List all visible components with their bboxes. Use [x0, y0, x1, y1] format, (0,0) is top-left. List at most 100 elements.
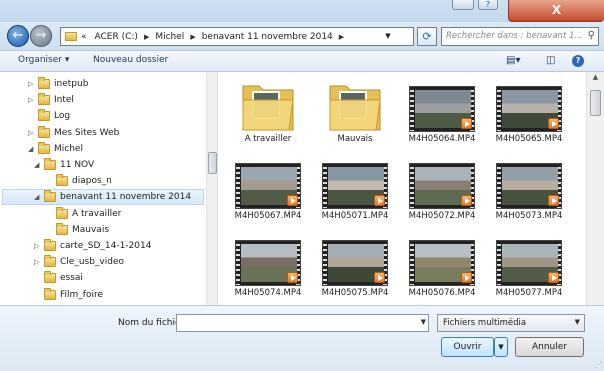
file-list-scrollbar[interactable]: ▲	[586, 72, 604, 305]
video-thumbnail	[235, 163, 301, 209]
tree-item[interactable]: diapos_n	[46, 173, 216, 189]
tree-item[interactable]: Log	[28, 108, 198, 124]
cancel-button[interactable]: Annuler	[515, 337, 584, 357]
filename-input[interactable]: ▼	[176, 314, 429, 332]
video-file-item[interactable]: M4H05064.MP4	[399, 76, 485, 152]
restore-button[interactable]	[452, 0, 474, 10]
help-icon[interactable]: ?	[572, 55, 584, 67]
video-thumbnail	[409, 163, 475, 209]
scrollbar-thumb[interactable]	[590, 90, 601, 116]
view-options-icon[interactable]: ▤▾	[506, 55, 520, 66]
play-icon	[461, 272, 472, 283]
new-folder-button[interactable]: Nouveau dossier	[93, 55, 168, 65]
scroll-up-icon[interactable]: ▲	[589, 73, 602, 85]
tree-item-label: Intel	[54, 95, 74, 106]
tree-item[interactable]: Mauvais	[46, 222, 216, 238]
chevron-right-icon[interactable]: ▶	[188, 33, 197, 41]
preview-pane-icon[interactable]: ◫	[546, 55, 555, 66]
collapse-arrow-icon[interactable]: ◢	[34, 157, 44, 173]
chevron-down-icon: ▼	[574, 318, 580, 326]
address-bar[interactable]: « ACER (C:) ▶ Michel ▶ benavant 11 novem…	[60, 27, 414, 46]
video-thumbnail	[235, 240, 301, 286]
command-bar: Organiser ▾ Nouveau dossier ▤▾ ◫ ?	[0, 50, 604, 72]
navigation-pane: ▷ inetpub ▷ Intel Log ▷ Mes Sites Web ◢ Michel ◢ 1…	[0, 72, 218, 305]
navigation-bar: ← → « ACER (C:) ▶ Michel ▶ benavant 11 n…	[0, 22, 604, 50]
organize-button[interactable]: Organiser ▾	[18, 55, 69, 65]
video-thumbnail	[409, 240, 475, 286]
tree-item[interactable]: ▷ inetpub	[28, 76, 198, 92]
help-button[interactable]: ?	[478, 0, 498, 10]
video-file-item[interactable]: M4H05076.MP4	[399, 230, 485, 305]
resize-grip-icon[interactable]: ⋰	[594, 360, 602, 369]
tree-item[interactable]: ◢ Michel	[28, 141, 198, 157]
video-file-item[interactable]: M4H05067.MP4	[225, 153, 311, 229]
tree-item-label: essai	[60, 273, 83, 284]
play-icon	[548, 118, 559, 129]
navigation-scrollbar[interactable]	[206, 72, 217, 305]
tree-item[interactable]: Film_foire	[34, 287, 204, 303]
video-file-item[interactable]: M4H05071.MP4	[312, 153, 398, 229]
breadcrumb-overflow[interactable]: «	[77, 32, 91, 42]
chevron-down-icon[interactable]: ▼	[421, 318, 426, 326]
forward-button[interactable]: →	[30, 25, 52, 47]
open-options-button[interactable]: ▼	[494, 337, 508, 357]
expand-arrow-icon[interactable]: ▷	[28, 92, 38, 108]
tree-item-label: Film_foire	[60, 289, 104, 300]
tree-item[interactable]: ◢ 11 NOV	[34, 157, 204, 173]
folder-icon	[44, 190, 56, 203]
tree-item-label: Log	[54, 111, 71, 122]
expand-arrow-icon[interactable]: ▷	[28, 125, 38, 141]
scrollbar-thumb[interactable]	[208, 152, 217, 174]
folder-icon	[44, 287, 56, 300]
video-file-item[interactable]: M4H05072.MP4	[399, 153, 485, 229]
breadcrumb-item-drive[interactable]: ACER (C:)	[91, 32, 142, 42]
address-dropdown-icon[interactable]: ▼	[381, 28, 395, 45]
tree-item[interactable]: ▷ Mes Sites Web	[28, 125, 198, 141]
folder-icon	[44, 239, 56, 251]
refresh-icon: ⟳	[422, 30, 432, 43]
breadcrumb-item-current[interactable]: benavant 11 novembre 2014	[198, 32, 337, 42]
play-icon	[461, 118, 472, 129]
video-file-item[interactable]: M4H05075.MP4	[312, 230, 398, 305]
close-button[interactable]: X	[508, 0, 604, 22]
tree-item[interactable]: ▷ Cle_usb_video	[34, 254, 204, 270]
expand-arrow-icon[interactable]: ▷	[28, 76, 38, 92]
breadcrumb-item-michel[interactable]: Michel	[151, 32, 188, 42]
filetype-value: Fichiers multimédia	[443, 318, 527, 328]
folder-item[interactable]: A travailler	[225, 76, 311, 152]
tree-item-label: Mauvais	[72, 224, 110, 235]
tree-item[interactable]: ◢ benavant 11 novembre 2014	[2, 189, 204, 206]
video-file-item[interactable]: M4H05074.MP4	[225, 230, 311, 305]
expand-arrow-icon[interactable]: ▷	[34, 238, 44, 254]
video-file-item[interactable]: M4H05065.MP4	[486, 76, 572, 152]
video-file-item[interactable]: M4H05073.MP4	[486, 153, 572, 229]
search-icon[interactable]: ⚲	[588, 30, 595, 41]
search-input[interactable]: Rechercher dans : benavant 1... ⚲	[441, 27, 599, 46]
chevron-right-icon[interactable]: ▶	[337, 33, 346, 41]
dialog-footer: Nom du fichier : ▼ Fichiers multimédia ▼…	[0, 305, 604, 371]
folder-item[interactable]: Mauvais	[312, 76, 398, 152]
play-icon	[287, 272, 298, 283]
folder-icon	[38, 109, 50, 122]
back-button[interactable]: ←	[7, 25, 29, 47]
tree-item[interactable]: essai	[34, 270, 204, 286]
collapse-arrow-icon[interactable]: ◢	[28, 141, 38, 157]
chevron-right-icon[interactable]: ▶	[142, 33, 151, 41]
file-list: A travailler Mauvais M4H05064.MP4 M4H05065.…	[219, 72, 585, 305]
tree-item-label: Cle_usb_video	[60, 257, 125, 268]
video-file-item[interactable]: M4H05077.MP4	[486, 230, 572, 305]
folder-icon	[38, 125, 50, 138]
tree-item[interactable]: ▷ carte_SD_14-1-2014	[34, 238, 204, 254]
tree-item-label: benavant 11 novembre 2014	[60, 192, 192, 203]
tree-item[interactable]: ▷ Intel	[28, 92, 198, 108]
tree-item[interactable]: A travailler	[46, 206, 216, 222]
folder-icon	[239, 78, 297, 134]
collapse-arrow-icon[interactable]: ◢	[34, 189, 44, 205]
filetype-select[interactable]: Fichiers multimédia ▼	[437, 314, 585, 332]
file-name: M4H05073.MP4	[495, 211, 563, 221]
folder-icon	[56, 206, 68, 219]
expand-arrow-icon[interactable]: ▷	[34, 254, 44, 270]
refresh-button[interactable]: ⟳	[417, 27, 437, 46]
open-button[interactable]: Ouvrir	[441, 337, 494, 357]
folder-icon	[38, 141, 50, 154]
